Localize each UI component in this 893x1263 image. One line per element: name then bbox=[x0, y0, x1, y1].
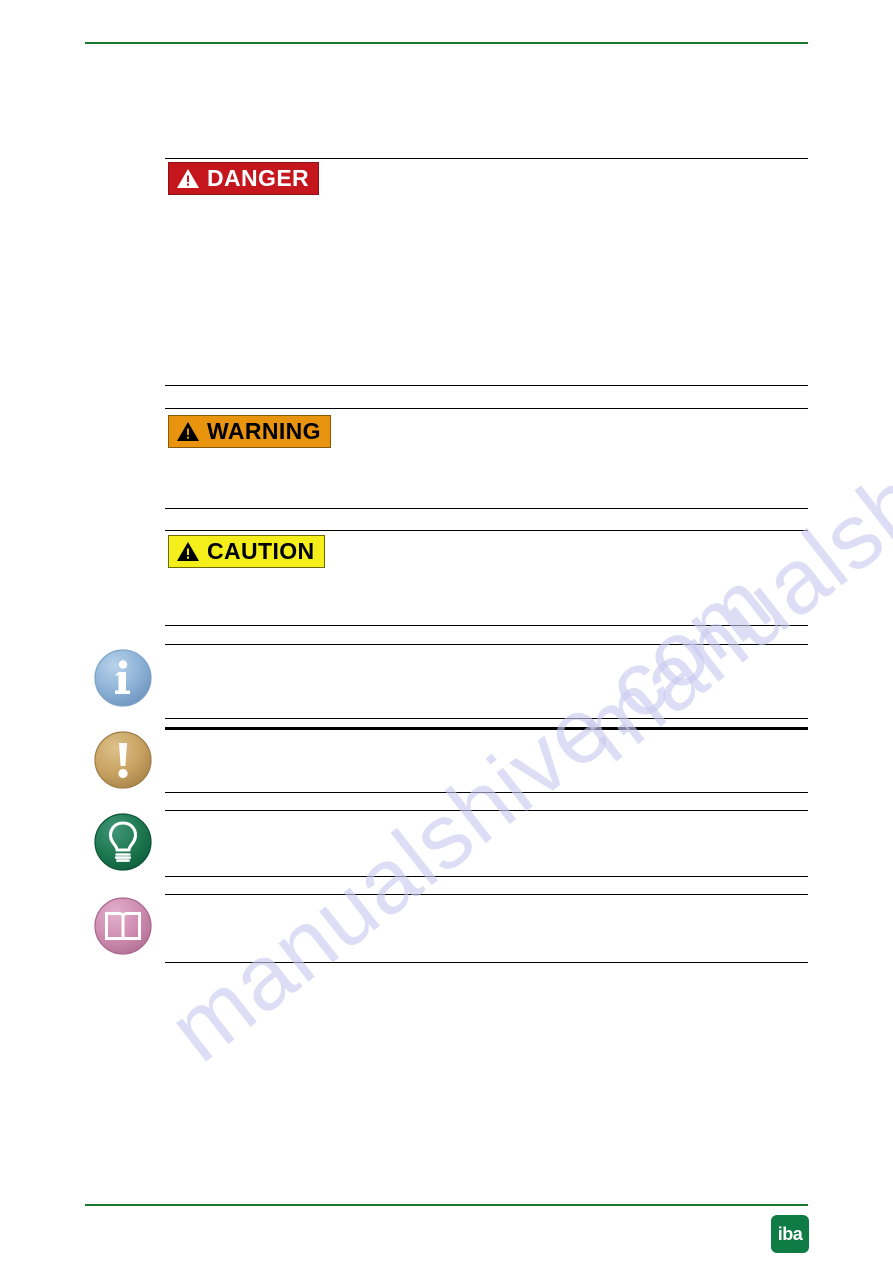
warning-triangle-icon bbox=[176, 168, 200, 189]
danger-badge-label: DANGER bbox=[207, 165, 310, 191]
table-rule bbox=[165, 158, 808, 160]
warning-badge-label: WARNING bbox=[207, 418, 321, 444]
iba-logo-text: iba bbox=[777, 1224, 803, 1244]
table-rule bbox=[165, 727, 808, 730]
exclamation-circle-icon bbox=[93, 730, 153, 790]
table-rule bbox=[165, 530, 808, 532]
table-rule bbox=[165, 718, 808, 720]
warning-triangle-icon bbox=[176, 541, 200, 562]
lightbulb-circle-icon bbox=[93, 812, 153, 872]
book-circle-icon bbox=[93, 896, 153, 956]
table-rule bbox=[165, 962, 808, 964]
table-rule bbox=[165, 408, 808, 410]
table-rule bbox=[165, 644, 808, 646]
info-circle-icon bbox=[93, 648, 153, 708]
iba-logo: iba bbox=[771, 1215, 809, 1253]
danger-badge: DANGER bbox=[168, 162, 320, 195]
caution-badge: CAUTION bbox=[168, 535, 325, 568]
safety-symbols-table: DANGER WARNING CAUTION bbox=[0, 0, 893, 1263]
document-page: manualshive.com manualshive.com DANGER W… bbox=[0, 0, 893, 1263]
warning-triangle-icon bbox=[176, 421, 200, 442]
table-rule bbox=[165, 625, 808, 627]
caution-badge-label: CAUTION bbox=[207, 538, 315, 564]
table-rule bbox=[165, 508, 808, 510]
warning-badge: WARNING bbox=[168, 415, 331, 448]
table-rule bbox=[165, 385, 808, 387]
table-rule bbox=[165, 792, 808, 794]
table-rule bbox=[165, 876, 808, 878]
table-rule bbox=[165, 810, 808, 812]
table-rule bbox=[165, 894, 808, 896]
